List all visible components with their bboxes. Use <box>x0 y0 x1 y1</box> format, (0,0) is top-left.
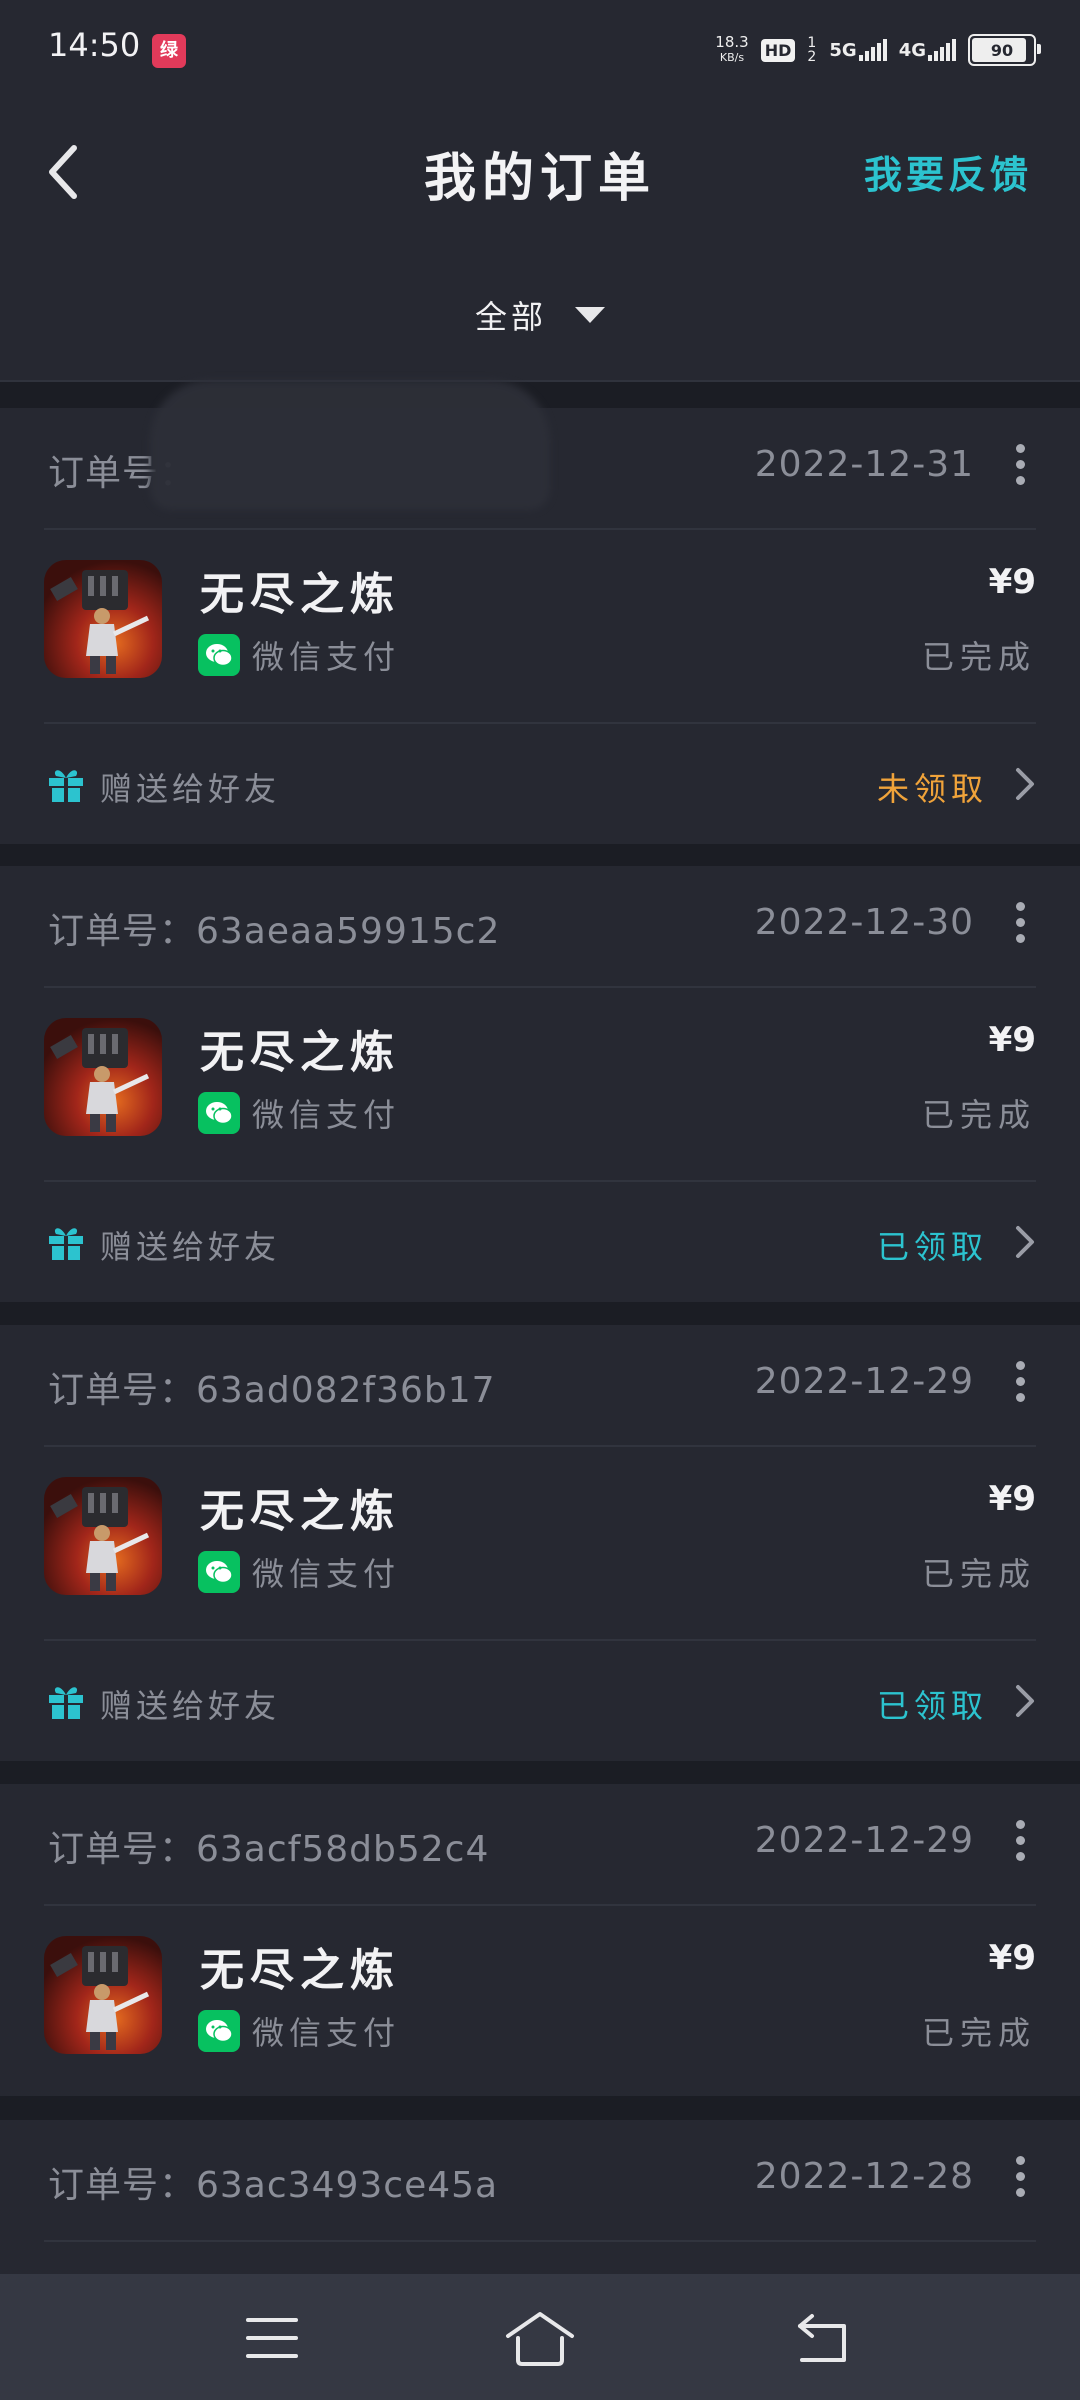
order-card[interactable]: 订单号：63acf58db52c4 2022-12-29 无尽之炼微信支付 ¥9 已完成 <box>0 1784 1080 2096</box>
payment-method: 微信支付 <box>198 1549 400 1595</box>
system-nav-bar <box>0 2274 1080 2400</box>
more-options-icon[interactable] <box>1014 444 1026 490</box>
filter-dropdown[interactable]: 全部 <box>0 292 1080 338</box>
game-icon[interactable] <box>44 1936 162 2054</box>
gift-icon <box>49 1687 83 1719</box>
chevron-right-icon <box>1016 1226 1034 1258</box>
payment-label: 微信支付 <box>252 1555 401 1593</box>
order-price: ¥9 <box>988 1020 1036 1060</box>
order-number: 订单号：63ad082f36b17 <box>48 1370 496 1411</box>
hd-label: HD <box>764 40 792 60</box>
menu-icon[interactable] <box>240 2306 304 2370</box>
order-price: ¥9 <box>988 1479 1036 1519</box>
order-price: ¥9 <box>988 1938 1036 1978</box>
order-header: 订单号：63acf58db52c4 2022-12-29 <box>44 1784 1036 1906</box>
hd-icon: HD <box>760 38 796 62</box>
hd-sub: 12 <box>807 35 817 65</box>
wechat-pay-icon <box>198 1551 240 1593</box>
gift-status: 已领取 <box>876 1228 988 1266</box>
signal-4g-icon: 4G <box>899 39 956 61</box>
status-time: 14:50 <box>48 26 141 64</box>
order-status: 已完成 <box>921 2014 1036 2052</box>
gift-to-friend-row[interactable]: 赠送给好友 已领取 <box>44 1639 1036 1765</box>
order-date: 2022-12-28 <box>754 2156 974 2197</box>
gift-to-friend-row[interactable]: 赠送给好友 未领取 <box>44 722 1036 848</box>
signal-5g-icon: 5G <box>829 39 887 61</box>
wechat-pay-icon <box>198 634 240 676</box>
payment-label: 微信支付 <box>252 1096 401 1134</box>
payment-label: 微信支付 <box>252 638 401 676</box>
feedback-button[interactable]: 我要反馈 <box>864 144 1032 199</box>
gift-to-friend-row[interactable]: 赠送给好友 已领取 <box>44 1180 1036 1306</box>
network-5g-label: 5G <box>829 40 857 61</box>
wechat-pay-icon <box>198 2010 240 2052</box>
order-date: 2022-12-31 <box>754 444 974 485</box>
filter-label: 全部 <box>474 298 547 336</box>
game-name: 无尽之炼 <box>200 1486 400 1537</box>
order-date: 2022-12-29 <box>754 1361 974 1402</box>
game-name: 无尽之炼 <box>200 1945 400 1996</box>
battery-level: 90 <box>990 40 1014 60</box>
payment-method: 微信支付 <box>198 2008 400 2054</box>
net-speed-unit: KB/s <box>719 51 745 64</box>
chevron-right-icon <box>1016 768 1034 800</box>
gift-label: 赠送给好友 <box>100 1228 281 1266</box>
order-header: 订单号：63ad082f36b17 2022-12-29 <box>44 1325 1036 1447</box>
net-speed: 18.3 KB/s <box>715 34 748 66</box>
game-name: 无尽之炼 <box>200 569 400 620</box>
game-name: 无尽之炼 <box>200 1027 400 1078</box>
order-header: 订单号：63ac3493ce45a 2022-12-28 <box>44 2120 1036 2242</box>
order-card[interactable]: 订单号：63aeaa59915c2 2022-12-30 无尽之炼微信支付 ¥9 已完成… <box>0 866 1080 1302</box>
more-options-icon[interactable] <box>1014 1820 1026 1866</box>
app-notification-icon: 绿 <box>152 34 186 68</box>
gift-icon <box>49 1228 83 1260</box>
product-row[interactable]: 无尽之炼微信支付 ¥9 已完成 <box>44 1447 1036 1637</box>
back-arrow-icon[interactable] <box>792 2306 856 2370</box>
order-status: 已完成 <box>921 1096 1036 1134</box>
game-icon[interactable] <box>44 1018 162 1136</box>
order-date: 2022-12-30 <box>754 902 974 943</box>
product-row[interactable]: 无尽之炼微信支付 ¥9 已完成 <box>44 530 1036 720</box>
redaction-overlay <box>150 380 550 510</box>
order-number: 订单号：63aeaa59915c2 <box>48 911 501 952</box>
wechat-pay-icon <box>198 1092 240 1134</box>
more-options-icon[interactable] <box>1014 902 1026 948</box>
status-indicators: 18.3 KB/s HD 12 5G 4G 90 <box>715 28 1041 72</box>
home-icon[interactable] <box>504 2306 576 2370</box>
more-options-icon[interactable] <box>1014 1361 1026 1407</box>
status-bar: 14:50 绿 18.3 KB/s HD 12 5G 4G 90 <box>0 0 1080 96</box>
caret-down-icon <box>575 307 605 323</box>
gift-label: 赠送给好友 <box>100 1687 281 1725</box>
game-icon[interactable] <box>44 560 162 678</box>
network-4g-label: 4G <box>898 40 926 61</box>
product-row[interactable]: 无尽之炼微信支付 ¥9 已完成 <box>44 988 1036 1178</box>
product-row[interactable]: 无尽之炼微信支付 ¥9 已完成 <box>44 1906 1036 2096</box>
order-price: ¥9 <box>988 562 1036 602</box>
order-header: 订单号：63aeaa59915c2 2022-12-30 <box>44 866 1036 988</box>
gift-icon <box>49 770 83 802</box>
page-header: 我的订单 我要反馈 全部 <box>0 96 1080 382</box>
order-number: 订单号：63acf58db52c4 <box>48 1829 490 1870</box>
payment-method: 微信支付 <box>198 1090 400 1136</box>
gift-label: 赠送给好友 <box>100 770 281 808</box>
payment-label: 微信支付 <box>252 2014 401 2052</box>
game-icon[interactable] <box>44 1477 162 1595</box>
order-number: 订单号：63ac3493ce45a <box>48 2165 499 2206</box>
gift-status: 已领取 <box>876 1687 988 1725</box>
more-options-icon[interactable] <box>1014 2156 1026 2202</box>
order-card[interactable]: 订单号：63ac3493ce45a 2022-12-28 <box>0 2120 1080 2274</box>
order-date: 2022-12-29 <box>754 1820 974 1861</box>
gift-status: 未领取 <box>876 770 988 808</box>
order-card[interactable]: 订单号：63ad082f36b17 2022-12-29 无尽之炼微信支付 ¥9 已完成… <box>0 1325 1080 1761</box>
chevron-right-icon <box>1016 1685 1034 1717</box>
net-speed-value: 18.3 <box>715 33 749 51</box>
order-status: 已完成 <box>921 1555 1036 1593</box>
payment-method: 微信支付 <box>198 632 400 678</box>
battery-icon: 90 <box>968 34 1041 66</box>
order-status: 已完成 <box>921 638 1036 676</box>
